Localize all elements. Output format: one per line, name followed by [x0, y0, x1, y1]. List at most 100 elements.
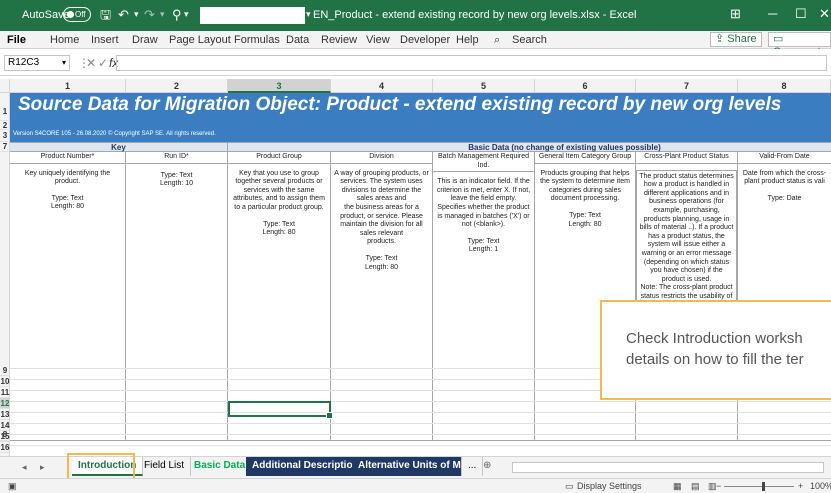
introduction-tab-highlight: [67, 453, 135, 480]
menu-developer[interactable]: Developer: [400, 34, 450, 46]
column-header[interactable]: 2: [126, 79, 228, 93]
gridline: [10, 401, 831, 402]
row-header[interactable]: 11: [0, 387, 10, 398]
customize-toolbar-dropdown-icon[interactable]: ▾: [184, 7, 189, 22]
field-name: Product Number*: [10, 153, 125, 164]
menu-data[interactable]: Data: [286, 34, 309, 46]
column-header[interactable]: 5: [433, 79, 535, 93]
menu-insert[interactable]: Insert: [91, 34, 119, 46]
page-layout-view-icon[interactable]: ▤: [691, 481, 700, 492]
row-header[interactable]: 14: [0, 420, 10, 431]
worksheet-grid[interactable]: 1 2 3 4 5 6 7 8 1 2 3 7 8 9 10 11 12 13 …: [0, 76, 831, 456]
name-box[interactable]: R12C3 ▾: [4, 55, 70, 71]
field-description: The product status determines how a prod…: [636, 169, 737, 322]
selected-cell[interactable]: [228, 401, 333, 419]
display-settings-button[interactable]: Display Settings: [577, 481, 642, 491]
autosave-toggle[interactable]: Off: [63, 7, 91, 22]
field-length: Length: 80: [50, 203, 85, 211]
tab-scroll-left-icon[interactable]: ◂: [22, 462, 27, 473]
ribbon-tabs: File Home Insert Draw Page Layout Formul…: [0, 31, 831, 58]
field-type: Type: Text: [263, 220, 295, 228]
tab-basic-data[interactable]: Basic Data: [188, 457, 253, 476]
zoom-slider[interactable]: [724, 486, 794, 487]
row-header[interactable]: 3: [0, 130, 10, 142]
section-key: Key: [10, 143, 228, 152]
document-title: EN_Product - extend existing record by n…: [313, 9, 637, 21]
field-run-id[interactable]: Run ID* Type: Text Length: 10: [126, 152, 228, 441]
macro-record-icon[interactable]: ▣: [8, 481, 17, 492]
add-sheet-icon[interactable]: ⊕: [477, 457, 497, 476]
undo-dropdown-icon[interactable]: ▾: [134, 7, 139, 22]
row-header[interactable]: 16: [0, 442, 10, 453]
redo-icon[interactable]: ↷: [144, 7, 155, 22]
save-icon[interactable]: 🖫: [100, 7, 111, 22]
zoom-out-icon[interactable]: −: [716, 481, 721, 491]
tab-field-list[interactable]: Field List: [138, 457, 192, 476]
select-all-corner[interactable]: [0, 79, 10, 93]
gridline: [10, 412, 831, 413]
row-header[interactable]: 2: [0, 121, 10, 130]
row-header-selected[interactable]: 12: [0, 398, 10, 409]
undo-icon[interactable]: ↶: [118, 7, 129, 22]
ribbon-display-icon[interactable]: ⊞: [730, 6, 741, 22]
column-header[interactable]: 4: [331, 79, 433, 93]
search-icon[interactable]: ⌕: [494, 34, 500, 47]
enter-icon[interactable]: ✓: [98, 56, 108, 70]
menu-draw[interactable]: Draw: [132, 34, 158, 46]
row-header[interactable]: 7: [0, 142, 10, 152]
column-header-selected[interactable]: 3: [228, 79, 331, 93]
menu-help[interactable]: Help: [456, 34, 479, 46]
close-icon[interactable]: ✕: [819, 6, 830, 22]
row-header[interactable]: 13: [0, 409, 10, 420]
callout-line-1: Check Introduction worksh: [626, 330, 803, 347]
field-division[interactable]: Division A way of grouping products, or …: [331, 152, 433, 441]
menu-review[interactable]: Review: [321, 34, 357, 46]
row-header[interactable]: 10: [0, 376, 10, 387]
sheet-title: Source Data for Migration Object: Produc…: [18, 94, 782, 115]
display-settings-icon[interactable]: ▭: [565, 481, 574, 492]
gridline: [10, 423, 831, 424]
field-type: Type: Text: [51, 194, 84, 202]
formula-input[interactable]: [116, 55, 827, 71]
menu-formulas[interactable]: Formulas: [234, 34, 280, 46]
callout-line-2: details on how to fill the ter: [626, 351, 804, 368]
menu-file[interactable]: File: [7, 34, 26, 46]
customize-toolbar-icon[interactable]: ⚲: [172, 7, 182, 22]
horizontal-scrollbar[interactable]: [512, 462, 824, 473]
tab-alternative-units[interactable]: Alternative Units of Measur: [352, 457, 462, 476]
row-header[interactable]: 15: [0, 431, 10, 442]
name-box-value: R12C3: [8, 57, 40, 68]
field-type: Type: Text: [160, 171, 193, 179]
menu-home[interactable]: Home: [50, 34, 79, 46]
field-name: Cross-Plant Product Status: [636, 153, 737, 164]
zoom-slider-thumb[interactable]: [762, 482, 765, 491]
field-batch-management[interactable]: Batch Management Required Ind. This is a…: [433, 152, 535, 441]
row-header[interactable]: 1: [0, 93, 10, 121]
column-header[interactable]: 7: [636, 79, 738, 93]
minimize-icon[interactable]: ─: [768, 6, 777, 21]
maximize-icon[interactable]: ☐: [795, 6, 807, 22]
share-icon: ⇪: [715, 33, 728, 45]
title-dropdown-icon[interactable]: ▾: [306, 7, 311, 22]
menu-page-layout[interactable]: Page Layout: [169, 34, 231, 46]
tab-scroll-right-icon[interactable]: ▸: [40, 462, 45, 473]
column-header[interactable]: 6: [535, 79, 636, 93]
menu-view[interactable]: View: [366, 34, 390, 46]
field-product-group[interactable]: Product Group Key that you use to group …: [228, 152, 331, 441]
zoom-level[interactable]: 100%: [810, 481, 831, 491]
field-description: Key that you use to group together sever…: [233, 169, 325, 211]
name-box-dropdown-icon[interactable]: ▾: [62, 56, 66, 70]
column-header[interactable]: 8: [738, 79, 831, 93]
cancel-icon[interactable]: ✕: [86, 56, 96, 70]
normal-view-icon[interactable]: ▦: [673, 481, 682, 492]
field-product-number[interactable]: Product Number* Key uniquely identifying…: [10, 152, 126, 441]
share-button[interactable]: ⇪ Share: [710, 32, 762, 47]
zoom-in-icon[interactable]: +: [798, 481, 803, 491]
redo-dropdown-icon[interactable]: ▾: [160, 7, 165, 22]
column-header[interactable]: 1: [10, 79, 126, 93]
field-name: Run ID*: [126, 153, 227, 164]
search-box[interactable]: Search: [512, 34, 547, 46]
comments-button[interactable]: ▭ Comments: [768, 32, 831, 58]
sheet-banner: Source Data for Migration Object: Produc…: [10, 93, 831, 145]
row-header[interactable]: 9: [0, 365, 10, 376]
